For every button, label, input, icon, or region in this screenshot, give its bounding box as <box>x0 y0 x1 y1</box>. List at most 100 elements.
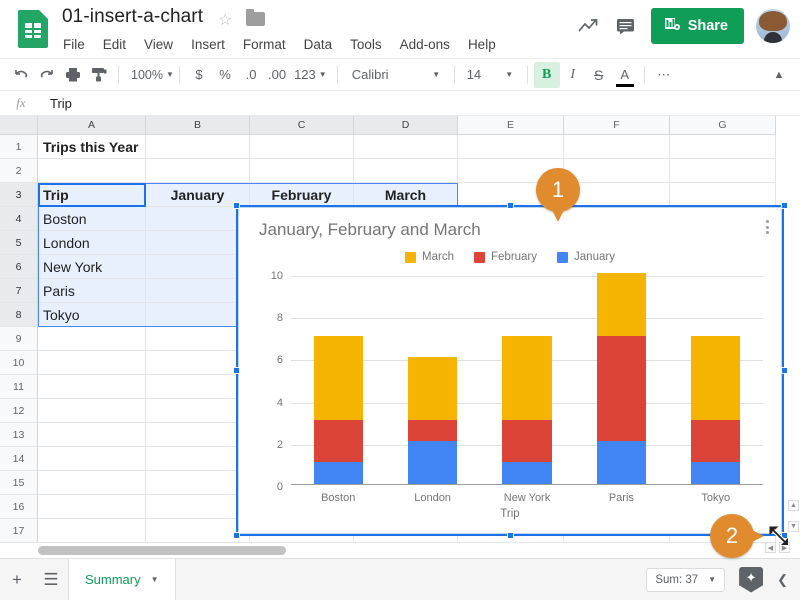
formula-input[interactable]: Trip <box>42 96 72 111</box>
chart-handle-n[interactable] <box>507 202 514 209</box>
column-header-G[interactable]: G <box>670 116 776 135</box>
user-avatar[interactable] <box>756 9 790 43</box>
bar-london[interactable] <box>408 356 458 484</box>
cell-A7[interactable]: Paris <box>38 279 146 303</box>
zoom-selector[interactable]: 100% ▼ <box>125 62 174 88</box>
row-header-15[interactable]: 15 <box>0 471 38 495</box>
cell-B6[interactable] <box>146 255 250 279</box>
share-button[interactable]: Share <box>650 8 744 44</box>
cell-A16[interactable] <box>38 495 146 519</box>
chevron-up-icon[interactable]: ▲ <box>766 62 792 88</box>
column-header-B[interactable]: B <box>146 116 250 135</box>
cell-A15[interactable] <box>38 471 146 495</box>
cell-F3[interactable] <box>564 183 670 207</box>
cell-B9[interactable] <box>146 327 250 351</box>
cell-B2[interactable] <box>146 159 250 183</box>
font-family-selector[interactable]: Calibri <box>344 62 422 88</box>
cell-B12[interactable] <box>146 399 250 423</box>
column-header-A[interactable]: A <box>38 116 146 135</box>
cell-B11[interactable] <box>146 375 250 399</box>
legend-item-january[interactable]: January <box>557 251 615 263</box>
chart-handle-nw[interactable] <box>233 202 240 209</box>
menu-item-edit[interactable]: Edit <box>94 34 135 55</box>
paint-format-icon[interactable] <box>86 62 112 88</box>
cell-G1[interactable] <box>670 135 776 159</box>
menu-item-tools[interactable]: Tools <box>341 34 391 55</box>
row-header-4[interactable]: 4 <box>0 207 38 231</box>
more-options-button[interactable]: ⋯ <box>651 62 677 88</box>
cell-B14[interactable] <box>146 447 250 471</box>
chevron-left-icon[interactable]: ❮ <box>777 572 788 588</box>
text-color-button[interactable]: A <box>612 62 638 88</box>
cell-A6[interactable]: New York <box>38 255 146 279</box>
row-header-13[interactable]: 13 <box>0 423 38 447</box>
menu-item-help[interactable]: Help <box>459 34 505 55</box>
undo-icon[interactable] <box>8 62 34 88</box>
cell-A17[interactable] <box>38 519 146 543</box>
row-header-6[interactable]: 6 <box>0 255 38 279</box>
cell-A2[interactable] <box>38 159 146 183</box>
cell-A10[interactable] <box>38 351 146 375</box>
cell-B4[interactable] <box>146 207 250 231</box>
chart-handle-e[interactable] <box>781 367 788 374</box>
column-header-D[interactable]: D <box>354 116 458 135</box>
cell-B5[interactable] <box>146 231 250 255</box>
row-header-10[interactable]: 10 <box>0 351 38 375</box>
cell-A3[interactable]: Trip <box>38 183 146 207</box>
cell-A13[interactable] <box>38 423 146 447</box>
cell-C2[interactable] <box>250 159 354 183</box>
row-header-16[interactable]: 16 <box>0 495 38 519</box>
menu-item-insert[interactable]: Insert <box>182 34 234 55</box>
font-size-caret[interactable]: ▼ <box>495 62 521 88</box>
cell-B13[interactable] <box>146 423 250 447</box>
row-header-14[interactable]: 14 <box>0 447 38 471</box>
sum-status-chip[interactable]: Sum: 37 ▼ <box>646 567 726 592</box>
strikethrough-button[interactable]: S <box>586 62 612 88</box>
chart-handle-w[interactable] <box>233 367 240 374</box>
row-header-1[interactable]: 1 <box>0 135 38 159</box>
row-header-5[interactable]: 5 <box>0 231 38 255</box>
bar-boston[interactable] <box>313 335 363 484</box>
decrease-decimal-button[interactable]: .0 <box>238 62 264 88</box>
chevron-down-icon[interactable]: ▼ <box>151 575 159 584</box>
menu-item-data[interactable]: Data <box>295 34 342 55</box>
redo-icon[interactable] <box>34 62 60 88</box>
cell-A1[interactable]: Trips this Year <box>38 135 146 159</box>
chart-handle-sw[interactable] <box>233 532 240 539</box>
font-family-caret[interactable]: ▼ <box>422 62 448 88</box>
cell-B7[interactable] <box>146 279 250 303</box>
select-all-corner[interactable] <box>0 116 38 135</box>
cell-A4[interactable]: Boston <box>38 207 146 231</box>
cell-C3[interactable]: February <box>250 183 354 207</box>
trending-up-icon[interactable] <box>571 9 605 43</box>
cell-C1[interactable] <box>250 135 354 159</box>
row-header-11[interactable]: 11 <box>0 375 38 399</box>
horizontal-scrollbar[interactable] <box>38 545 738 556</box>
row-header-2[interactable]: 2 <box>0 159 38 183</box>
comment-icon[interactable] <box>609 9 643 43</box>
cell-D3[interactable]: March <box>354 183 458 207</box>
bar-paris[interactable] <box>596 272 646 484</box>
bold-button[interactable]: B <box>533 61 560 88</box>
cell-E1[interactable] <box>458 135 564 159</box>
chart-handle-ne[interactable] <box>781 202 788 209</box>
cell-A5[interactable]: London <box>38 231 146 255</box>
chart-object[interactable]: January, February and March March Februar… <box>238 207 782 534</box>
bar-new-york[interactable] <box>502 335 552 484</box>
percent-format-button[interactable]: % <box>212 62 238 88</box>
cell-D2[interactable] <box>354 159 458 183</box>
plus-icon[interactable]: + <box>0 565 34 595</box>
menu-item-view[interactable]: View <box>135 34 182 55</box>
italic-button[interactable]: I <box>560 62 586 88</box>
cell-G2[interactable] <box>670 159 776 183</box>
star-outline-icon[interactable]: ☆ <box>218 10 232 30</box>
folder-icon[interactable] <box>246 9 265 26</box>
row-header-7[interactable]: 7 <box>0 279 38 303</box>
increase-decimal-button[interactable]: .00 <box>264 62 290 88</box>
cell-A11[interactable] <box>38 375 146 399</box>
bar-tokyo[interactable] <box>691 335 741 484</box>
cell-B17[interactable] <box>146 519 250 543</box>
cell-F1[interactable] <box>564 135 670 159</box>
scroll-up-button[interactable]: ▲ <box>788 500 799 511</box>
font-size-selector[interactable]: 14 <box>461 62 495 88</box>
